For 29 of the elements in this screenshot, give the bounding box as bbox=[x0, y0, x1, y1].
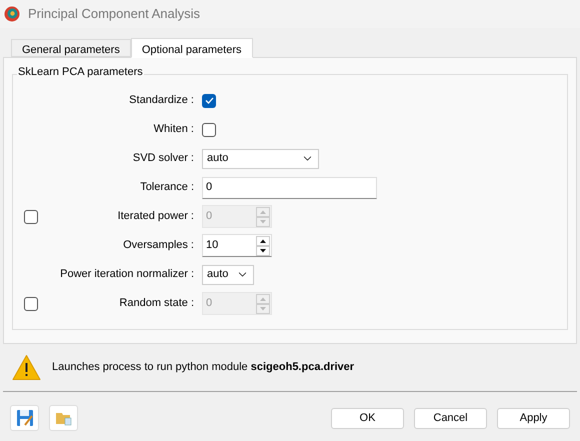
input-field[interactable]: 0 bbox=[202, 176, 377, 198]
checkmark-icon bbox=[204, 97, 214, 104]
dialog-button[interactable]: Cancel bbox=[414, 408, 487, 428]
checkbox[interactable] bbox=[202, 94, 216, 108]
save-button[interactable] bbox=[10, 405, 39, 431]
floppy-icon bbox=[16, 409, 34, 427]
folder-icon bbox=[54, 410, 72, 426]
field-label: Power iteration normalizer : bbox=[59, 267, 195, 282]
field-label: Standardize : bbox=[128, 93, 195, 108]
field-label: Whiten : bbox=[152, 122, 195, 138]
checkbox[interactable] bbox=[202, 122, 216, 136]
tab[interactable]: General parameters bbox=[11, 39, 131, 57]
field-label: Tolerance : bbox=[139, 180, 195, 196]
dialog-button[interactable]: OK bbox=[331, 408, 404, 428]
field-label: Oversamples : bbox=[122, 238, 195, 254]
dialog-button[interactable]: Apply bbox=[497, 408, 570, 428]
field-label: SVD solver : bbox=[132, 151, 195, 166]
tab[interactable]: Optional parameters bbox=[130, 38, 252, 58]
stepper-icon[interactable] bbox=[256, 236, 270, 256]
dropdown[interactable]: auto bbox=[202, 264, 254, 284]
window-title: Principal Component Analysis bbox=[28, 5, 200, 24]
warning-icon bbox=[12, 354, 41, 381]
field-label: Iterated power : bbox=[116, 209, 195, 224]
dropdown[interactable]: auto bbox=[202, 148, 319, 168]
app-logo-icon bbox=[4, 6, 20, 22]
group-title: SkLearn PCA parameters bbox=[17, 67, 144, 78]
info-message: Launches process to run python module scigeoh5.pca.driver bbox=[52, 360, 354, 376]
field-label: Random state : bbox=[118, 296, 195, 312]
number-field[interactable]: 10 bbox=[202, 234, 272, 257]
